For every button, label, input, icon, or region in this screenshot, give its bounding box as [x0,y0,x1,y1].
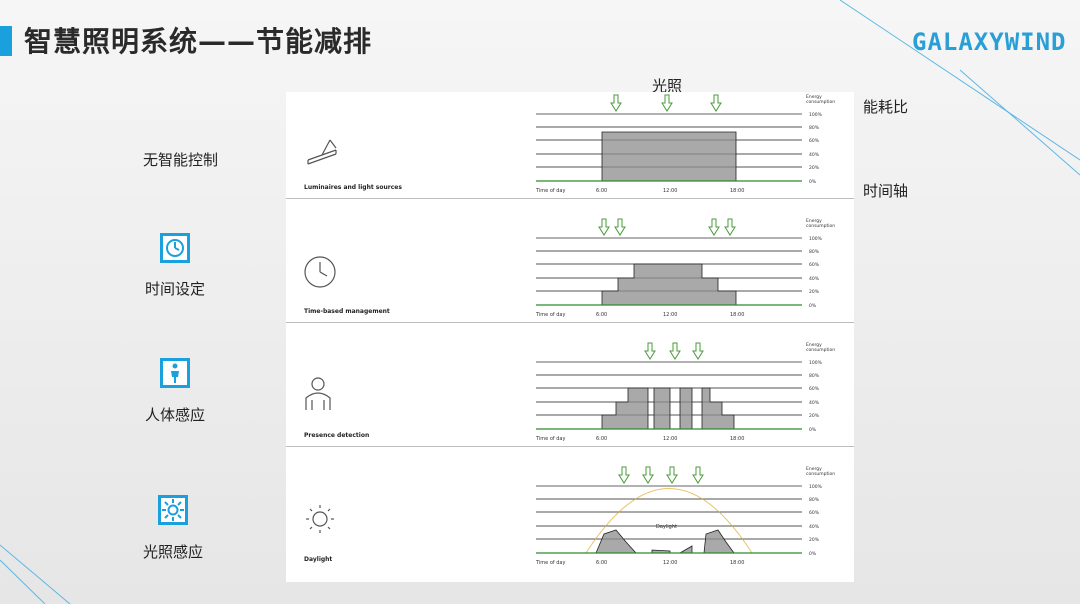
daylight-label: Daylight [656,524,677,530]
annotation-energy-ratio: 能耗比 [863,98,909,116]
energy-block [595,529,637,554]
x-tick-label: 12:00 [663,560,677,566]
sun-ray [327,508,331,512]
mode-label-daylight: 光照感应 [143,543,204,561]
annotation-time-axis: 时间轴 [863,182,909,200]
energy-block [701,387,735,430]
x-tick-label: 18:00 [730,560,744,566]
diagram-panel: Luminaires and light sources Time-based … [286,92,854,582]
sun-ray [327,526,331,530]
y-tick-label: 80% [809,373,820,379]
mode-label-presence: 人体感应 [145,406,206,424]
energy-block [678,545,693,554]
mode-label-time: 时间设定 [145,280,206,298]
x-axis-title: Time of day [535,436,565,442]
sun-ray [309,526,313,530]
brand-logo: GALAXYWIND [912,28,1067,56]
x-tick-label: 18:00 [730,436,744,442]
y-tick-label: 20% [809,413,820,419]
light-arrow-icon [692,466,704,484]
energy-block [601,131,737,182]
y-tick-label: 40% [809,400,820,406]
y-tick-label: 60% [809,138,820,144]
energy-block [601,387,649,430]
x-tick-label: 6:00 [596,560,607,566]
y-axis-title: consumption [806,99,835,105]
x-axis-title: Time of day [535,188,565,194]
y-tick-label: 0% [809,551,817,557]
y-axis-title: consumption [806,347,835,353]
y-tick-label: 40% [809,524,820,530]
energy-block [653,387,671,430]
energy-block [703,529,735,554]
light-arrow-icon [666,466,678,484]
y-tick-label: 20% [809,165,820,171]
y-axis-title: consumption [806,223,835,229]
light-arrow-icon [669,342,681,360]
y-tick-label: 100% [809,236,823,242]
y-tick-label: 40% [809,276,820,282]
x-tick-label: 18:00 [730,188,744,194]
y-tick-label: 100% [809,360,823,366]
y-tick-label: 20% [809,537,820,543]
y-tick-label: 60% [809,510,820,516]
light-arrow-icon [618,466,630,484]
x-tick-label: 6:00 [596,312,607,318]
x-axis-title: Time of day [535,560,565,566]
slide-title: 智慧照明系统——节能减排 [24,25,373,58]
y-tick-label: 80% [809,497,820,503]
light-arrow-icon [708,218,720,236]
clock-hand [319,271,328,277]
sun-icon [312,511,328,527]
person-icon [311,377,325,391]
y-tick-label: 0% [809,179,817,185]
y-tick-label: 40% [809,152,820,158]
title-accent-bar [0,26,12,56]
y-axis-title: consumption [806,471,835,477]
pictogram [305,392,331,410]
clock-icon [160,233,190,263]
pictogram [307,139,337,165]
y-tick-label: 20% [809,289,820,295]
light-arrow-icon [644,342,656,360]
light-arrow-icon [710,94,722,112]
person-icon [160,358,190,388]
x-axis-title: Time of day [535,312,565,318]
y-tick-label: 60% [809,386,820,392]
x-tick-label: 18:00 [730,312,744,318]
light-arrow-icon [598,218,610,236]
y-tick-label: 100% [809,112,823,118]
mode-label-none: 无智能控制 [143,151,219,169]
x-tick-label: 12:00 [663,436,677,442]
light-arrow-icon [692,342,704,360]
y-tick-label: 80% [809,249,820,255]
x-tick-label: 6:00 [596,188,607,194]
x-tick-label: 12:00 [663,188,677,194]
light-arrow-icon [724,218,736,236]
diagram-canvas: 100%80%60%40%20%0%EnergyconsumptionTime … [304,94,835,566]
x-tick-label: 12:00 [663,312,677,318]
light-arrow-icon [661,94,673,112]
light-arrow-icon [642,466,654,484]
y-tick-label: 80% [809,125,820,131]
energy-block [679,387,693,430]
light-arrow-icon [610,94,622,112]
y-tick-label: 0% [809,427,817,433]
y-tick-label: 100% [809,484,823,490]
energy-block [601,263,737,306]
sun-ray [309,508,313,512]
sun-icon [158,495,188,525]
y-tick-label: 0% [809,303,817,309]
x-tick-label: 6:00 [596,436,607,442]
light-arrow-icon [614,218,626,236]
y-tick-label: 60% [809,262,820,268]
